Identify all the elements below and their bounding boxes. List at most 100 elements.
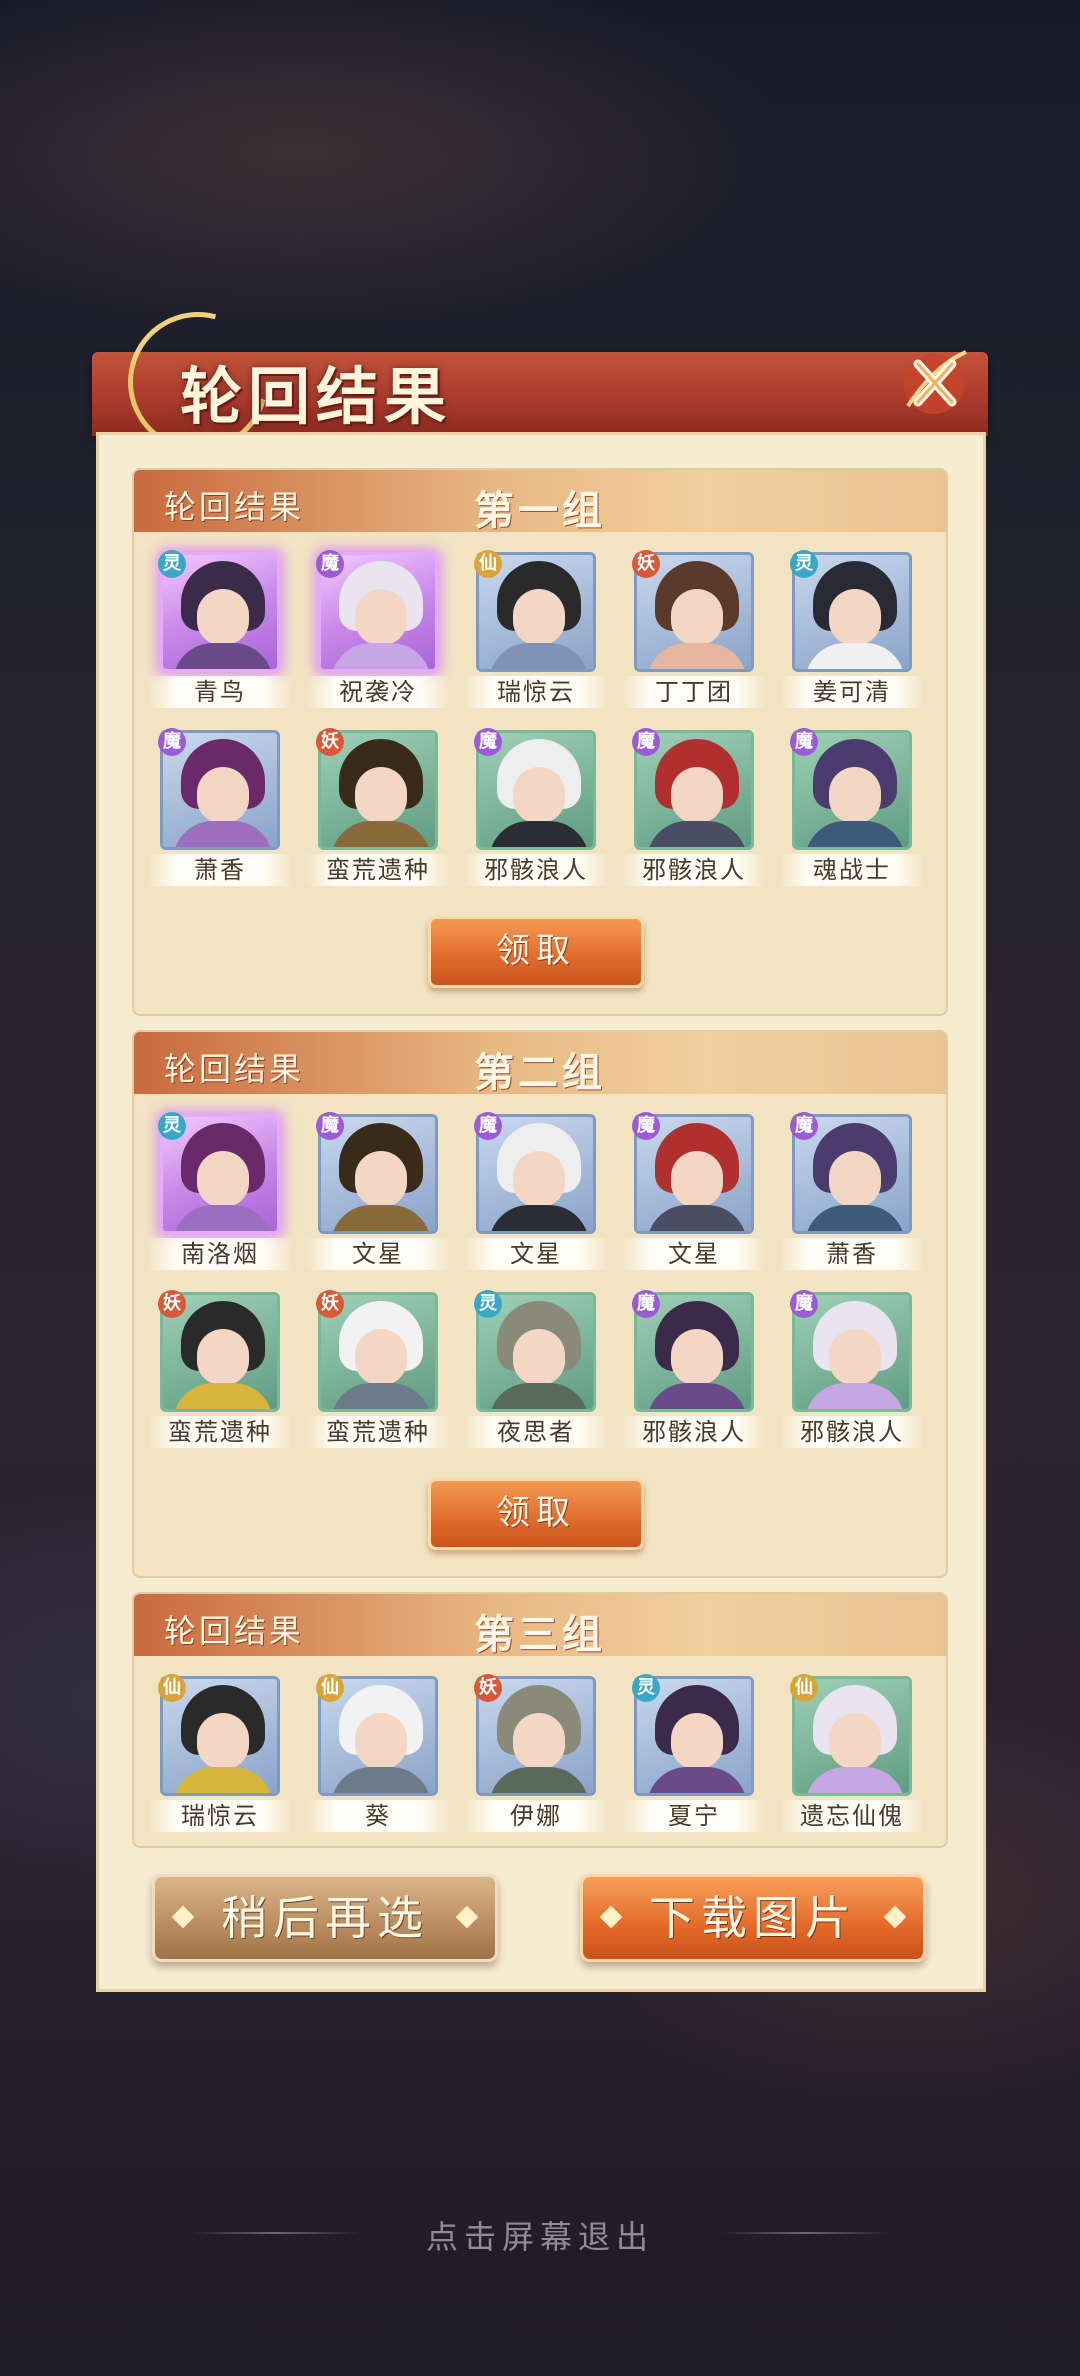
- download-image-button[interactable]: 下载图片: [580, 1874, 926, 1962]
- faction-badge-icon: 仙: [158, 1674, 186, 1702]
- hero-name: 丁丁团: [622, 676, 766, 708]
- hero-card[interactable]: 妖蛮荒遗种: [298, 728, 458, 886]
- hero-name: 南洛烟: [148, 1238, 292, 1270]
- hero-card[interactable]: 魔邪骸浪人: [772, 1290, 932, 1448]
- faction-badge-icon: 仙: [474, 550, 502, 578]
- group-subtitle: 轮回结果: [164, 488, 305, 526]
- hero-card[interactable]: 魔萧香: [772, 1112, 932, 1270]
- portrait-face: [513, 1713, 565, 1769]
- hero-card[interactable]: 灵姜可清: [772, 550, 932, 708]
- hero-name: 蛮荒遗种: [148, 1416, 292, 1448]
- close-x-icon: [904, 350, 967, 414]
- hero-name: 瑞惊云: [148, 1800, 292, 1832]
- diamond-ornament-icon: [455, 1905, 479, 1929]
- hero-name: 祝袭冷: [306, 676, 450, 708]
- claim-button-group-1[interactable]: 领取: [428, 916, 644, 988]
- group-header: 轮回结果 第三组: [134, 1594, 946, 1658]
- hero-card[interactable]: 魔邪骸浪人: [456, 728, 616, 886]
- faction-badge-icon: 魔: [158, 728, 186, 756]
- group-header: 轮回结果 第二组: [134, 1032, 946, 1096]
- hero-card[interactable]: 妖丁丁团: [614, 550, 774, 708]
- hero-card[interactable]: 魔文星: [614, 1112, 774, 1270]
- hero-name: 邪骸浪人: [622, 1416, 766, 1448]
- hero-card[interactable]: 妖蛮荒遗种: [140, 1290, 300, 1448]
- portrait-face: [829, 1329, 881, 1385]
- portrait-face: [197, 1329, 249, 1385]
- close-button[interactable]: [888, 336, 980, 428]
- hero-card[interactable]: 魔邪骸浪人: [614, 1290, 774, 1448]
- hero-name: 伊娜: [464, 1800, 608, 1832]
- portrait-face: [513, 589, 565, 645]
- hero-card[interactable]: 魔文星: [298, 1112, 458, 1270]
- faction-badge-icon: 魔: [474, 1112, 502, 1140]
- faction-badge-icon: 魔: [790, 1290, 818, 1318]
- diamond-ornament-icon: [599, 1905, 623, 1929]
- hero-card[interactable]: 魔魂战士: [772, 728, 932, 886]
- hero-name: 萧香: [148, 854, 292, 886]
- portrait-face: [829, 1713, 881, 1769]
- hero-card[interactable]: 仙葵: [298, 1674, 458, 1832]
- hero-name: 姜可清: [780, 676, 924, 708]
- hero-card[interactable]: 魔萧香: [140, 728, 300, 886]
- hero-name: 文星: [464, 1238, 608, 1270]
- hero-card[interactable]: 魔祝袭冷: [298, 550, 458, 708]
- hero-card[interactable]: 魔文星: [456, 1112, 616, 1270]
- faction-badge-icon: 妖: [474, 1674, 502, 1702]
- hero-name: 夜思者: [464, 1416, 608, 1448]
- dialog-title: 轮回结果: [180, 360, 453, 433]
- hero-name: 蛮荒遗种: [306, 854, 450, 886]
- faction-badge-icon: 魔: [790, 1112, 818, 1140]
- portrait-face: [355, 1713, 407, 1769]
- portrait-face: [355, 1151, 407, 1207]
- portrait-face: [671, 1151, 723, 1207]
- faction-badge-icon: 妖: [632, 550, 660, 578]
- hero-card[interactable]: 灵夏宁: [614, 1674, 774, 1832]
- faction-badge-icon: 灵: [474, 1290, 502, 1318]
- portrait-face: [513, 1329, 565, 1385]
- hero-name: 邪骸浪人: [780, 1416, 924, 1448]
- portrait-face: [197, 767, 249, 823]
- diamond-ornament-icon: [883, 1905, 907, 1929]
- hero-card[interactable]: 仙瑞惊云: [456, 550, 616, 708]
- faction-badge-icon: 妖: [158, 1290, 186, 1318]
- group-name: 第三组: [474, 1611, 606, 1658]
- faction-badge-icon: 魔: [316, 1112, 344, 1140]
- portrait-face: [355, 767, 407, 823]
- faction-badge-icon: 灵: [790, 550, 818, 578]
- group-subtitle: 轮回结果: [164, 1050, 305, 1088]
- hero-name: 文星: [306, 1238, 450, 1270]
- hero-card[interactable]: 妖蛮荒遗种: [298, 1290, 458, 1448]
- portrait-face: [355, 589, 407, 645]
- portrait-face: [513, 767, 565, 823]
- faction-badge-icon: 灵: [632, 1674, 660, 1702]
- hero-card[interactable]: 仙瑞惊云: [140, 1674, 300, 1832]
- hero-name: 魂战士: [780, 854, 924, 886]
- portrait-face: [197, 1151, 249, 1207]
- choose-later-button[interactable]: 稍后再选: [152, 1874, 498, 1962]
- faction-badge-icon: 魔: [632, 728, 660, 756]
- faction-badge-icon: 魔: [632, 1290, 660, 1318]
- hero-name: 萧香: [780, 1238, 924, 1270]
- hero-card[interactable]: 魔邪骸浪人: [614, 728, 774, 886]
- tap-to-exit-hint[interactable]: 点击屏幕退出: [0, 2212, 1080, 2258]
- portrait-face: [671, 767, 723, 823]
- faction-badge-icon: 魔: [474, 728, 502, 756]
- hero-card[interactable]: 灵夜思者: [456, 1290, 616, 1448]
- faction-badge-icon: 灵: [158, 550, 186, 578]
- hero-card[interactable]: 灵南洛烟: [140, 1112, 300, 1270]
- hero-name: 文星: [622, 1238, 766, 1270]
- faction-badge-icon: 妖: [316, 728, 344, 756]
- faction-badge-icon: 仙: [790, 1674, 818, 1702]
- claim-button-group-2[interactable]: 领取: [428, 1478, 644, 1550]
- hero-name: 蛮荒遗种: [306, 1416, 450, 1448]
- hero-card[interactable]: 仙遗忘仙傀: [772, 1674, 932, 1832]
- hero-card[interactable]: 妖伊娜: [456, 1674, 616, 1832]
- portrait-face: [197, 1713, 249, 1769]
- portrait-face: [671, 589, 723, 645]
- hero-name: 青鸟: [148, 676, 292, 708]
- choose-later-label: 稍后再选: [221, 1891, 429, 1945]
- hero-name: 葵: [306, 1800, 450, 1832]
- portrait-face: [671, 1713, 723, 1769]
- group-header: 轮回结果 第一组: [134, 470, 946, 534]
- hero-card[interactable]: 灵青鸟: [140, 550, 300, 708]
